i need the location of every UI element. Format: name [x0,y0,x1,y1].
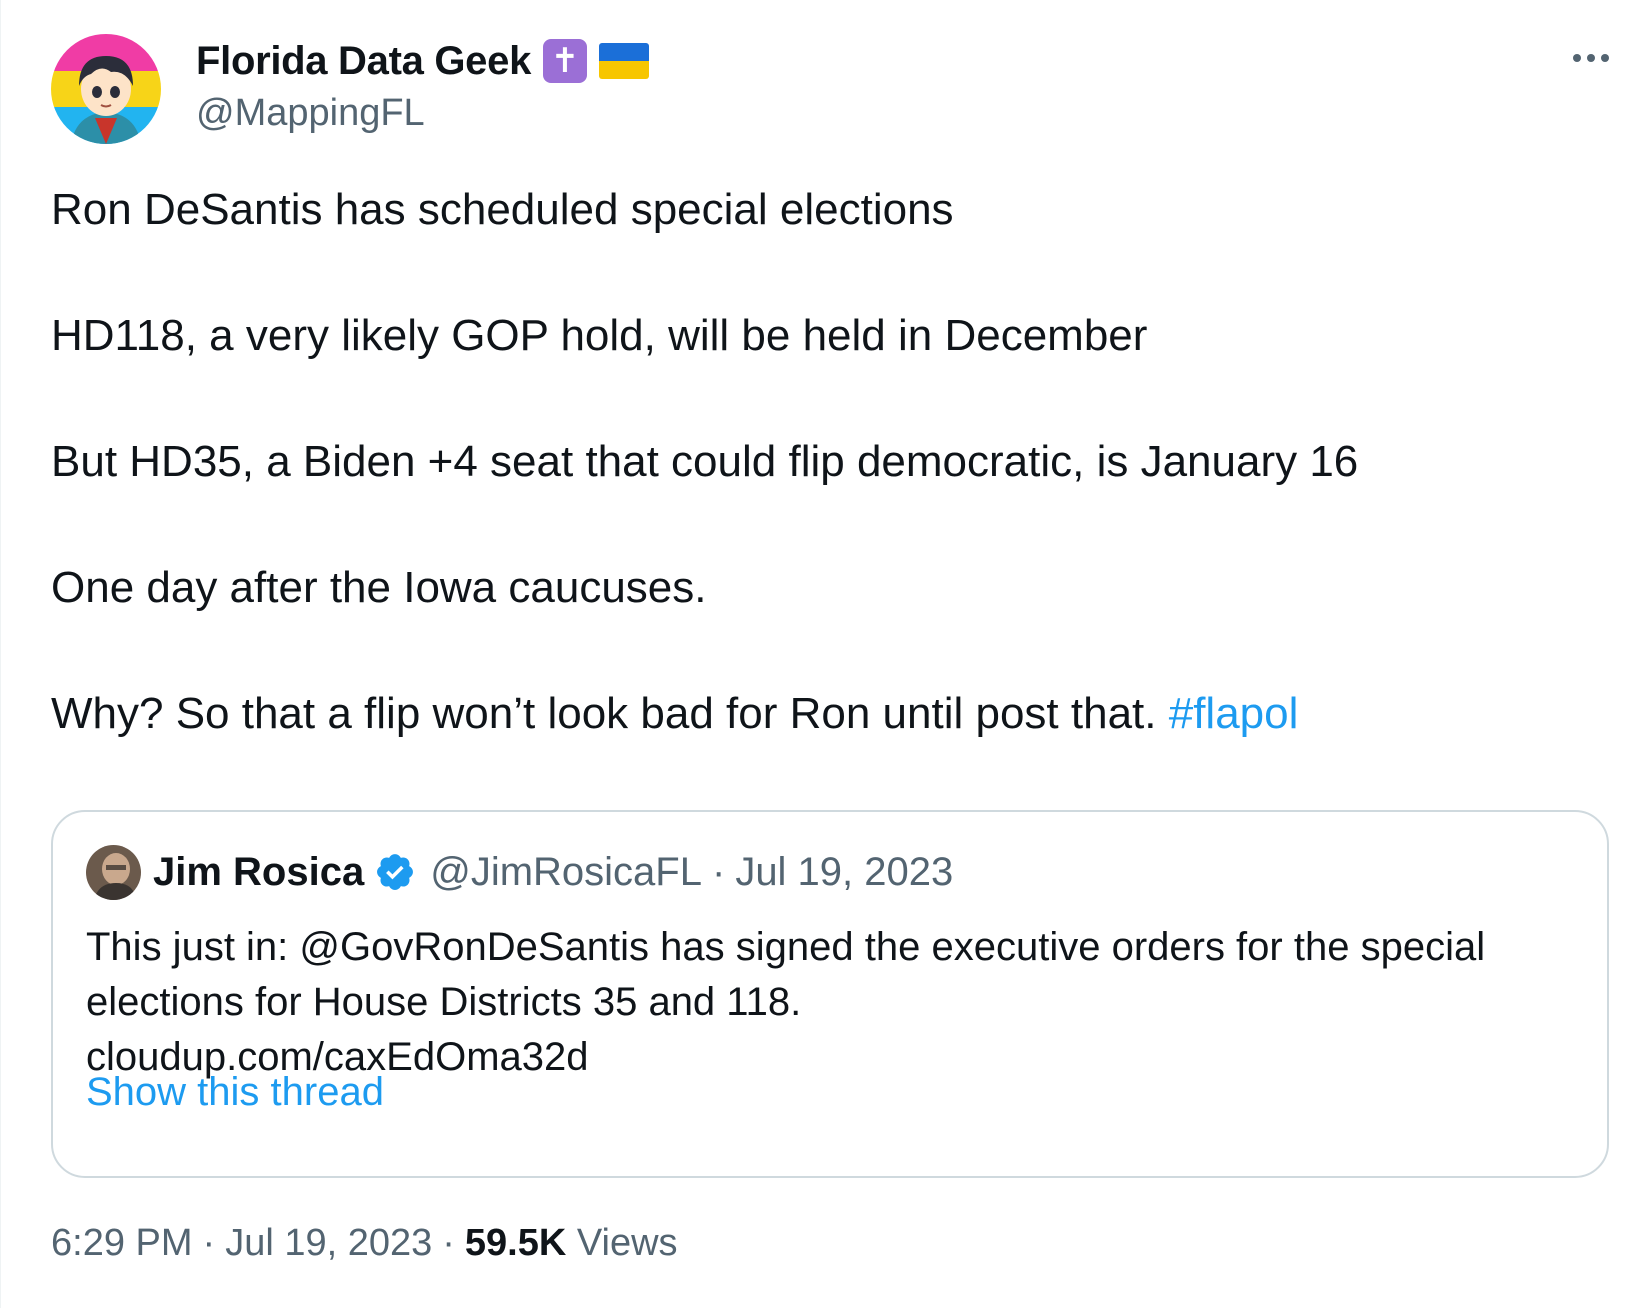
quoted-tweet-header: Jim Rosica @JimRosicaFL · Jul 19, 2023 [153,844,953,900]
views[interactable]: 59.5K Views [465,1222,678,1265]
ukraine-flag-icon [599,43,650,79]
tweet-paragraph: One day after the Iowa caucuses. [51,563,707,612]
tweet-paragraph: But HD35, a Biden +4 seat that could fli… [51,437,1359,486]
separator-dot: · [202,1222,216,1264]
quoted-tweet-text: This just in: @GovRonDeSantis has signed… [86,920,1586,1085]
more-horizontal-icon[interactable] [1566,48,1616,68]
quoted-tweet-date[interactable]: Jul 19, 2023 [735,850,953,895]
quoted-text-line: elections for House Districts 35 and 118… [86,980,802,1024]
tweet-paragraph-last: Why? So that a flip won’t look bad for R… [51,692,1298,736]
tweet-paragraph: HD118, a very likely GOP hold, will be h… [51,311,1148,360]
views-count: 59.5K [464,1222,567,1264]
quoted-author-avatar [86,845,141,900]
tweet: Florida Data Geek ✝ @MappingFL Ron DeSan… [0,0,1638,1308]
separator-dot: · [442,1222,455,1264]
hashtag-link[interactable]: #flapol [1169,689,1299,738]
author-name-row: Florida Data Geek ✝ [196,36,650,86]
author-display-name[interactable]: Florida Data Geek [196,39,531,84]
tweet-time[interactable]: 6:29 PM [51,1222,193,1265]
tweet-meta: 6:29 PM · Jul 19, 2023 · 59.5K Views [51,1222,678,1265]
quoted-text-line: This just in: @GovRonDeSantis has signed… [86,925,1486,969]
verified-badge-icon [377,854,414,890]
tweet-paragraph-text: Why? So that a flip won’t look bad for R… [51,689,1157,738]
separator-dot: · [711,849,726,894]
tweet-paragraph: Ron DeSantis has scheduled special elect… [51,185,954,234]
tweet-date[interactable]: Jul 19, 2023 [225,1222,432,1265]
latin-cross-icon: ✝ [543,39,588,83]
quoted-author-name[interactable]: Jim Rosica [153,850,364,895]
quoted-author-handle[interactable]: @JimRosicaFL [430,850,702,895]
views-label: Views [576,1222,678,1264]
author-avatar[interactable] [51,34,161,144]
quoted-tweet[interactable]: Jim Rosica @JimRosicaFL · Jul 19, 2023 T… [51,810,1609,1178]
show-thread-link[interactable]: Show this thread [86,1070,384,1115]
author-handle[interactable]: @MappingFL [196,92,425,135]
